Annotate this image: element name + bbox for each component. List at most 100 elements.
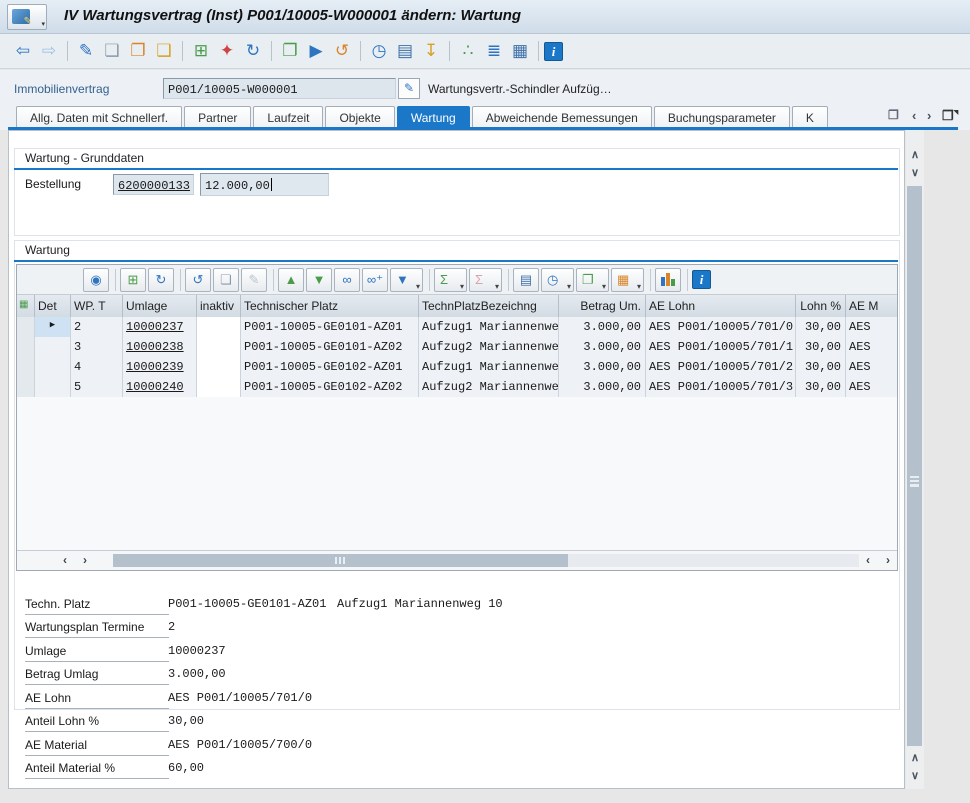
find-next-button[interactable]: ∞⁺ [362, 268, 388, 292]
ae-lohn-cell[interactable]: AES P001/10005/701/1 [646, 337, 796, 357]
scroll-down-icon[interactable]: ∨ [906, 769, 924, 783]
table-row[interactable]: 4 10000239 P001-10005-GE0102-AZ01 Aufzug… [17, 357, 897, 378]
ae-material-cell[interactable]: AES [846, 337, 898, 357]
techn-platz-cell[interactable]: P001-10005-GE0102-AZ01 [241, 357, 419, 377]
print-button[interactable]: ▤ [513, 268, 539, 292]
row-selector[interactable] [17, 377, 35, 397]
scroll-down-icon[interactable]: ∨ [906, 166, 924, 180]
contract-field[interactable]: P001/10005-W000001 [163, 78, 396, 99]
open-tab-list-icon[interactable]: ❐ [942, 108, 958, 124]
bestellung-field[interactable]: 6200000133 [113, 174, 194, 195]
column-header-ae-lohn[interactable]: AE Lohn [646, 295, 796, 317]
wpt-cell[interactable]: 5 [71, 377, 123, 397]
vertical-scrollbar[interactable]: ∧ ∨ ∧ ∨ [906, 130, 924, 789]
scroll-up-icon[interactable]: ∧ [906, 751, 924, 765]
umlage-link[interactable]: 10000238 [126, 340, 184, 354]
overview-list-icon[interactable]: ≣ [481, 38, 507, 64]
table-row[interactable]: 3 10000238 P001-10005-GE0101-AZ02 Aufzug… [17, 337, 897, 358]
column-header-betrag[interactable]: Betrag Um. [559, 295, 646, 317]
scroll-left-icon[interactable]: ‹ [63, 553, 67, 567]
hscroll-thumb[interactable] [113, 554, 568, 567]
sum-button[interactable]: Σ [434, 268, 467, 292]
column-header-det[interactable]: Det [35, 295, 71, 317]
ae-lohn-cell[interactable]: AES P001/10005/701/2 [646, 357, 796, 377]
refresh-icon[interactable]: ↻ [240, 38, 266, 64]
grid-setup-icon[interactable]: ▦ [17, 295, 35, 317]
scroll-right-icon[interactable]: › [886, 553, 890, 567]
subtotal-button[interactable]: Σ [469, 268, 502, 292]
techn-platz-cell[interactable]: P001-10005-GE0101-AZ02 [241, 337, 419, 357]
scroll-right-icon[interactable]: › [83, 553, 87, 567]
filter-button[interactable]: ▼ [390, 268, 423, 292]
print-preview-icon[interactable]: ◷ [366, 38, 392, 64]
column-header-bezeichnung[interactable]: TechnPlatzBezeichng [419, 295, 559, 317]
umlage-link[interactable]: 10000237 [126, 320, 184, 334]
download-icon[interactable]: ↧ [418, 38, 444, 64]
wpt-cell[interactable]: 4 [71, 357, 123, 377]
column-header-wpt[interactable]: WP. T [71, 295, 123, 317]
row-selector[interactable] [17, 357, 35, 377]
scroll-up-icon[interactable]: ∧ [906, 148, 924, 162]
detail-cell[interactable] [35, 357, 71, 377]
table-view-icon[interactable]: ▦ [507, 38, 533, 64]
ae-material-cell[interactable]: AES [846, 317, 898, 337]
hierarchy-icon[interactable]: ∴ [455, 38, 481, 64]
ae-lohn-cell[interactable]: AES P001/10005/701/0 [646, 317, 796, 337]
techn-platz-cell[interactable]: P001-10005-GE0101-AZ01 [241, 317, 419, 337]
lohn-pct-cell[interactable]: 30,00 [796, 357, 846, 377]
copy-contract-icon[interactable]: ❐ [277, 38, 303, 64]
create-icon[interactable]: ❏ [99, 38, 125, 64]
betrag-cell[interactable]: 3.000,00 [559, 357, 646, 377]
back-icon[interactable]: ⇦ [10, 38, 36, 64]
wpt-cell[interactable]: 3 [71, 337, 123, 357]
inaktiv-cell[interactable] [197, 337, 241, 357]
dropdown-arrow-icon[interactable]: ▾ [41, 21, 45, 29]
table-row[interactable]: 5 10000240 P001-10005-GE0102-AZ02 Aufzug… [17, 377, 897, 398]
scroll-left-icon[interactable]: ‹ [866, 553, 870, 567]
ae-material-cell[interactable]: AES [846, 357, 898, 377]
insert-row-button[interactable]: ❏ [213, 268, 239, 292]
graph-button[interactable] [655, 268, 681, 292]
layout-button[interactable]: ▦ [611, 268, 644, 292]
tab-abweichende-bemessungen[interactable]: Abweichende Bemessungen [472, 106, 652, 129]
column-header-techn-platz[interactable]: Technischer Platz [241, 295, 419, 317]
column-header-umlage[interactable]: Umlage [123, 295, 197, 317]
bezeichnung-cell[interactable]: Aufzug2 Mariannenweg 11 [419, 377, 559, 397]
inaktiv-cell[interactable] [197, 317, 241, 337]
row-selector[interactable] [17, 337, 35, 357]
sort-ascending-button[interactable]: ▲ [278, 268, 304, 292]
info-icon[interactable]: i [544, 42, 563, 61]
techn-platz-cell[interactable]: P001-10005-GE0102-AZ02 [241, 377, 419, 397]
print-icon[interactable]: ▤ [392, 38, 418, 64]
umlage-link[interactable]: 10000239 [126, 360, 184, 374]
column-header-inaktiv[interactable]: inaktiv [197, 295, 241, 317]
inaktiv-cell[interactable] [197, 377, 241, 397]
print-preview-button[interactable]: ◷ [541, 268, 574, 292]
lohn-pct-cell[interactable]: 30,00 [796, 377, 846, 397]
copy-icon[interactable]: ❐ [125, 38, 151, 64]
table-row[interactable]: ▶ 2 10000237 P001-10005-GE0101-AZ01 Aufz… [17, 317, 897, 338]
detail-cell[interactable] [35, 337, 71, 357]
tab-scroll-left-icon[interactable]: ‹ [912, 108, 916, 123]
edit-button[interactable]: ✎ [241, 268, 267, 292]
tab-konditionen-clipped[interactable]: K [792, 106, 828, 129]
tab-objekte[interactable]: Objekte [325, 106, 394, 129]
bezeichnung-cell[interactable]: Aufzug1 Mariannenweg 11 [419, 357, 559, 377]
tab-wartung[interactable]: Wartung [397, 106, 470, 129]
tab-allg-daten[interactable]: Allg. Daten mit Schnellerf. [16, 106, 182, 129]
vscroll-thumb[interactable] [907, 186, 922, 746]
table-horizontal-scrollbar[interactable]: ‹ › ‹ › [17, 550, 897, 571]
lohn-pct-cell[interactable]: 30,00 [796, 337, 846, 357]
umlage-link[interactable]: 10000240 [126, 380, 184, 394]
forward-icon[interactable]: ⇨ [36, 38, 62, 64]
wpt-cell[interactable]: 2 [71, 317, 123, 337]
row-selector[interactable] [17, 317, 35, 337]
change-documents-button[interactable]: ✎ [398, 78, 420, 99]
betrag-cell[interactable]: 3.000,00 [559, 317, 646, 337]
tab-partner[interactable]: Partner [184, 106, 251, 129]
betrag-cell[interactable]: 3.000,00 [559, 337, 646, 357]
lohn-pct-cell[interactable]: 30,00 [796, 317, 846, 337]
bestellung-value[interactable]: 6200000133 [118, 179, 190, 193]
sort-descending-button[interactable]: ▼ [306, 268, 332, 292]
tab-laufzeit[interactable]: Laufzeit [253, 106, 323, 129]
